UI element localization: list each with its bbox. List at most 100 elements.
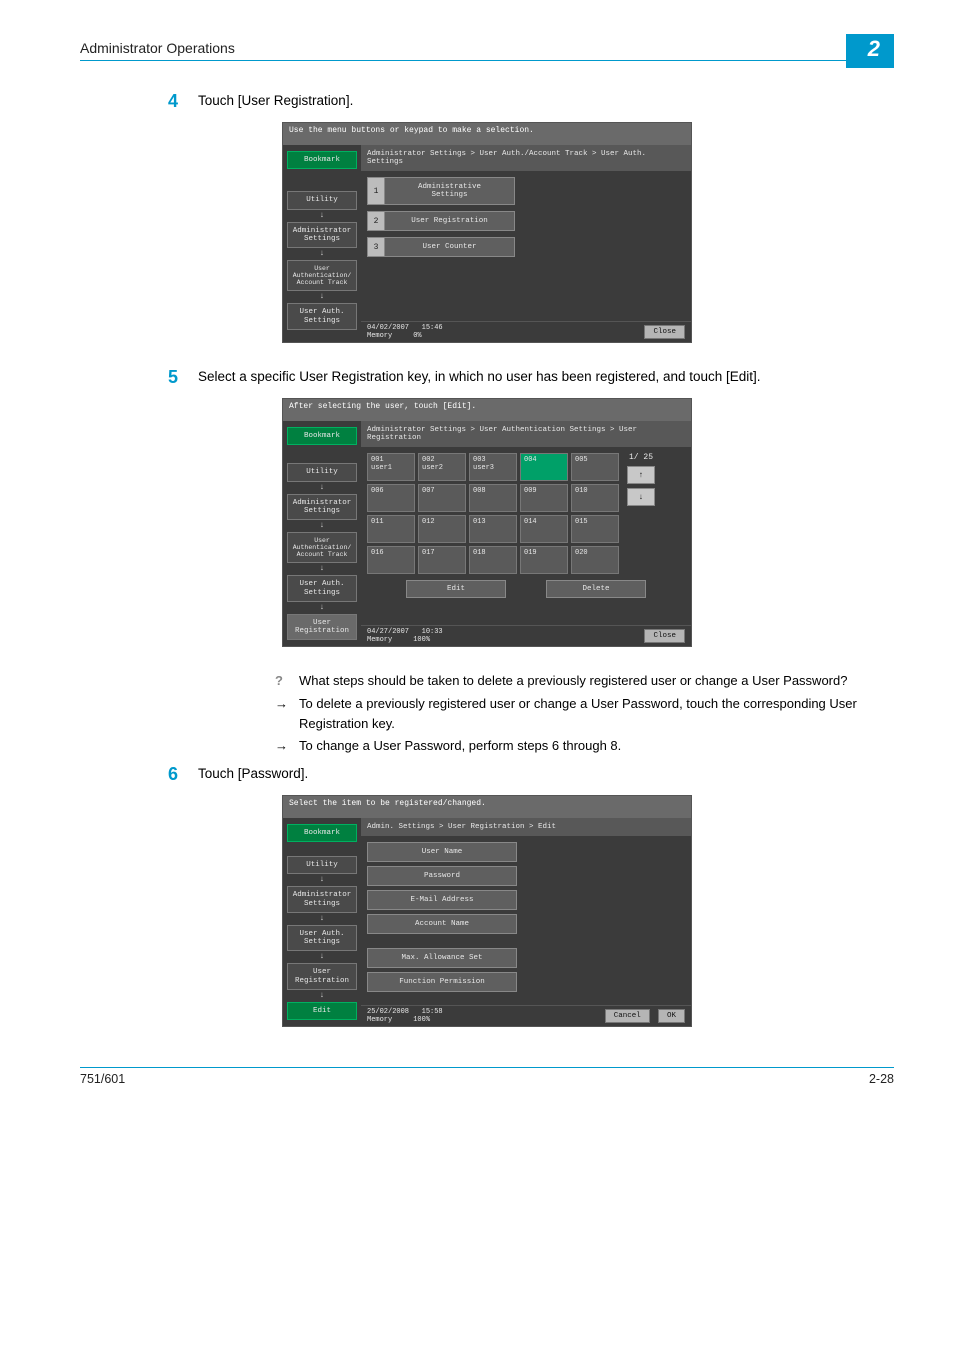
user-registration-button[interactable]: User Registration — [287, 963, 357, 990]
edit-crumb-button[interactable]: Edit — [287, 1002, 357, 1020]
user-slot[interactable]: 006 — [367, 484, 415, 512]
step-text: Touch [User Registration]. — [198, 91, 353, 111]
step-number: 4 — [160, 91, 178, 112]
user-auth-settings-button[interactable]: User Auth. Settings — [287, 303, 357, 330]
user-slot[interactable]: 002 user2 — [418, 453, 466, 481]
panel-sidebar: Bookmark Utility ↓ Administrator Setting… — [283, 818, 361, 1026]
admin-settings-button[interactable]: Administrator Settings — [287, 886, 357, 913]
date-label: 04/27/2007 — [367, 628, 409, 636]
user-slot[interactable]: 009 — [520, 484, 568, 512]
user-slot[interactable]: 001 user1 — [367, 453, 415, 481]
footer-model: 751/601 — [80, 1072, 125, 1086]
memory-value: 100% — [413, 1016, 430, 1024]
panel-message: Use the menu buttons or keypad to make a… — [283, 123, 691, 145]
bookmark-button[interactable]: Bookmark — [287, 824, 357, 842]
step-text: Touch [Password]. — [198, 764, 308, 784]
ok-button[interactable]: OK — [658, 1009, 685, 1023]
user-slot[interactable]: 004 — [520, 453, 568, 481]
user-slot[interactable]: 019 — [520, 546, 568, 574]
cancel-button[interactable]: Cancel — [605, 1009, 650, 1023]
qa-question: What steps should be taken to delete a p… — [299, 671, 847, 691]
chevron-down-icon: ↓ — [320, 604, 325, 612]
utility-button[interactable]: Utility — [287, 463, 357, 481]
edit-field-button[interactable]: Max. Allowance Set — [367, 948, 517, 968]
menu-label: Administrative Settings — [385, 177, 515, 205]
step-4: 4 Touch [User Registration]. — [160, 91, 894, 112]
admin-settings-button[interactable]: Administrator Settings — [287, 222, 357, 249]
close-button[interactable]: Close — [644, 325, 685, 339]
delete-button[interactable]: Delete — [546, 580, 646, 598]
menu-item-2[interactable]: 2 User Registration — [367, 211, 685, 231]
arrow-right-icon: → — [275, 694, 289, 734]
step-number: 5 — [160, 367, 178, 388]
close-button[interactable]: Close — [644, 629, 685, 643]
user-slot[interactable]: 010 — [571, 484, 619, 512]
chevron-down-icon: ↓ — [320, 876, 325, 884]
footer-page: 2-28 — [869, 1072, 894, 1086]
menu-number: 2 — [367, 211, 385, 231]
user-slot-grid: 001 user1002 user2003 user30040050060070… — [367, 453, 619, 574]
qa-answer: To delete a previously registered user o… — [299, 694, 894, 734]
user-slot[interactable]: 015 — [571, 515, 619, 543]
menu-item-3[interactable]: 3 User Counter — [367, 237, 685, 257]
chevron-down-icon: ↓ — [320, 953, 325, 961]
page-indicator: 1/ 25 — [629, 453, 653, 462]
panel-message: Select the item to be registered/changed… — [283, 796, 691, 818]
qa-answer: To change a User Password, perform steps… — [299, 736, 621, 756]
step-5: 5 Select a specific User Registration ke… — [160, 367, 894, 388]
date-label: 25/02/2008 — [367, 1008, 409, 1016]
user-slot[interactable]: 016 — [367, 546, 415, 574]
chevron-down-icon: ↓ — [320, 250, 325, 258]
user-slot[interactable]: 014 — [520, 515, 568, 543]
status-bar: 25/02/2008 15:58 Memory 100% Cancel OK — [361, 1005, 691, 1026]
user-auth-track-button[interactable]: User Authentication/ Account Track — [287, 260, 357, 291]
menu-number: 1 — [367, 177, 385, 205]
menu-label: User Registration — [385, 211, 515, 231]
device-panel-2: After selecting the user, touch [Edit]. … — [282, 398, 692, 647]
chevron-down-icon: ↓ — [320, 522, 325, 530]
edit-button[interactable]: Edit — [406, 580, 506, 598]
edit-field-button[interactable]: User Name — [367, 842, 517, 862]
step-6: 6 Touch [Password]. — [160, 764, 894, 785]
chevron-down-icon: ↓ — [320, 915, 325, 923]
user-slot[interactable]: 017 — [418, 546, 466, 574]
utility-button[interactable]: Utility — [287, 856, 357, 874]
user-slot[interactable]: 013 — [469, 515, 517, 543]
admin-settings-button[interactable]: Administrator Settings — [287, 494, 357, 521]
device-panel-3: Select the item to be registered/changed… — [282, 795, 692, 1027]
edit-field-button[interactable]: E-Mail Address — [367, 890, 517, 910]
edit-field-button[interactable]: Function Permission — [367, 972, 517, 992]
time-label: 15:46 — [422, 324, 443, 332]
user-slot[interactable]: 005 — [571, 453, 619, 481]
step-number: 6 — [160, 764, 178, 785]
utility-button[interactable]: Utility — [287, 191, 357, 209]
user-auth-settings-button[interactable]: User Auth. Settings — [287, 575, 357, 602]
user-slot[interactable]: 011 — [367, 515, 415, 543]
user-slot[interactable]: 018 — [469, 546, 517, 574]
chevron-down-icon: ↓ — [320, 212, 325, 220]
user-auth-track-button[interactable]: User Authentication/ Account Track — [287, 532, 357, 563]
chevron-down-icon: ↓ — [320, 565, 325, 573]
panel-sidebar: Bookmark Utility ↓ Administrator Setting… — [283, 421, 361, 646]
user-slot[interactable]: 020 — [571, 546, 619, 574]
user-slot[interactable]: 007 — [418, 484, 466, 512]
edit-field-button[interactable]: Password — [367, 866, 517, 886]
page-down-button[interactable]: ↓ — [627, 488, 655, 506]
step-text: Select a specific User Registration key,… — [198, 367, 761, 387]
menu-item-1[interactable]: 1 Administrative Settings — [367, 177, 685, 205]
user-auth-settings-button[interactable]: User Auth. Settings — [287, 925, 357, 952]
memory-label: Memory — [367, 1016, 392, 1024]
breadcrumb: Administrator Settings > User Authentica… — [361, 421, 691, 447]
user-slot[interactable]: 003 user3 — [469, 453, 517, 481]
breadcrumb: Administrator Settings > User Auth./Acco… — [361, 145, 691, 171]
page-up-button[interactable]: ↑ — [627, 466, 655, 484]
user-registration-button[interactable]: User Registration — [287, 614, 357, 641]
chevron-down-icon: ↓ — [320, 484, 325, 492]
bookmark-button[interactable]: Bookmark — [287, 151, 357, 169]
user-slot[interactable]: 012 — [418, 515, 466, 543]
user-slot[interactable]: 008 — [469, 484, 517, 512]
arrow-right-icon: → — [275, 736, 289, 756]
bookmark-button[interactable]: Bookmark — [287, 427, 357, 445]
edit-field-button[interactable]: Account Name — [367, 914, 517, 934]
breadcrumb: Admin. Settings > User Registration > Ed… — [361, 818, 691, 836]
